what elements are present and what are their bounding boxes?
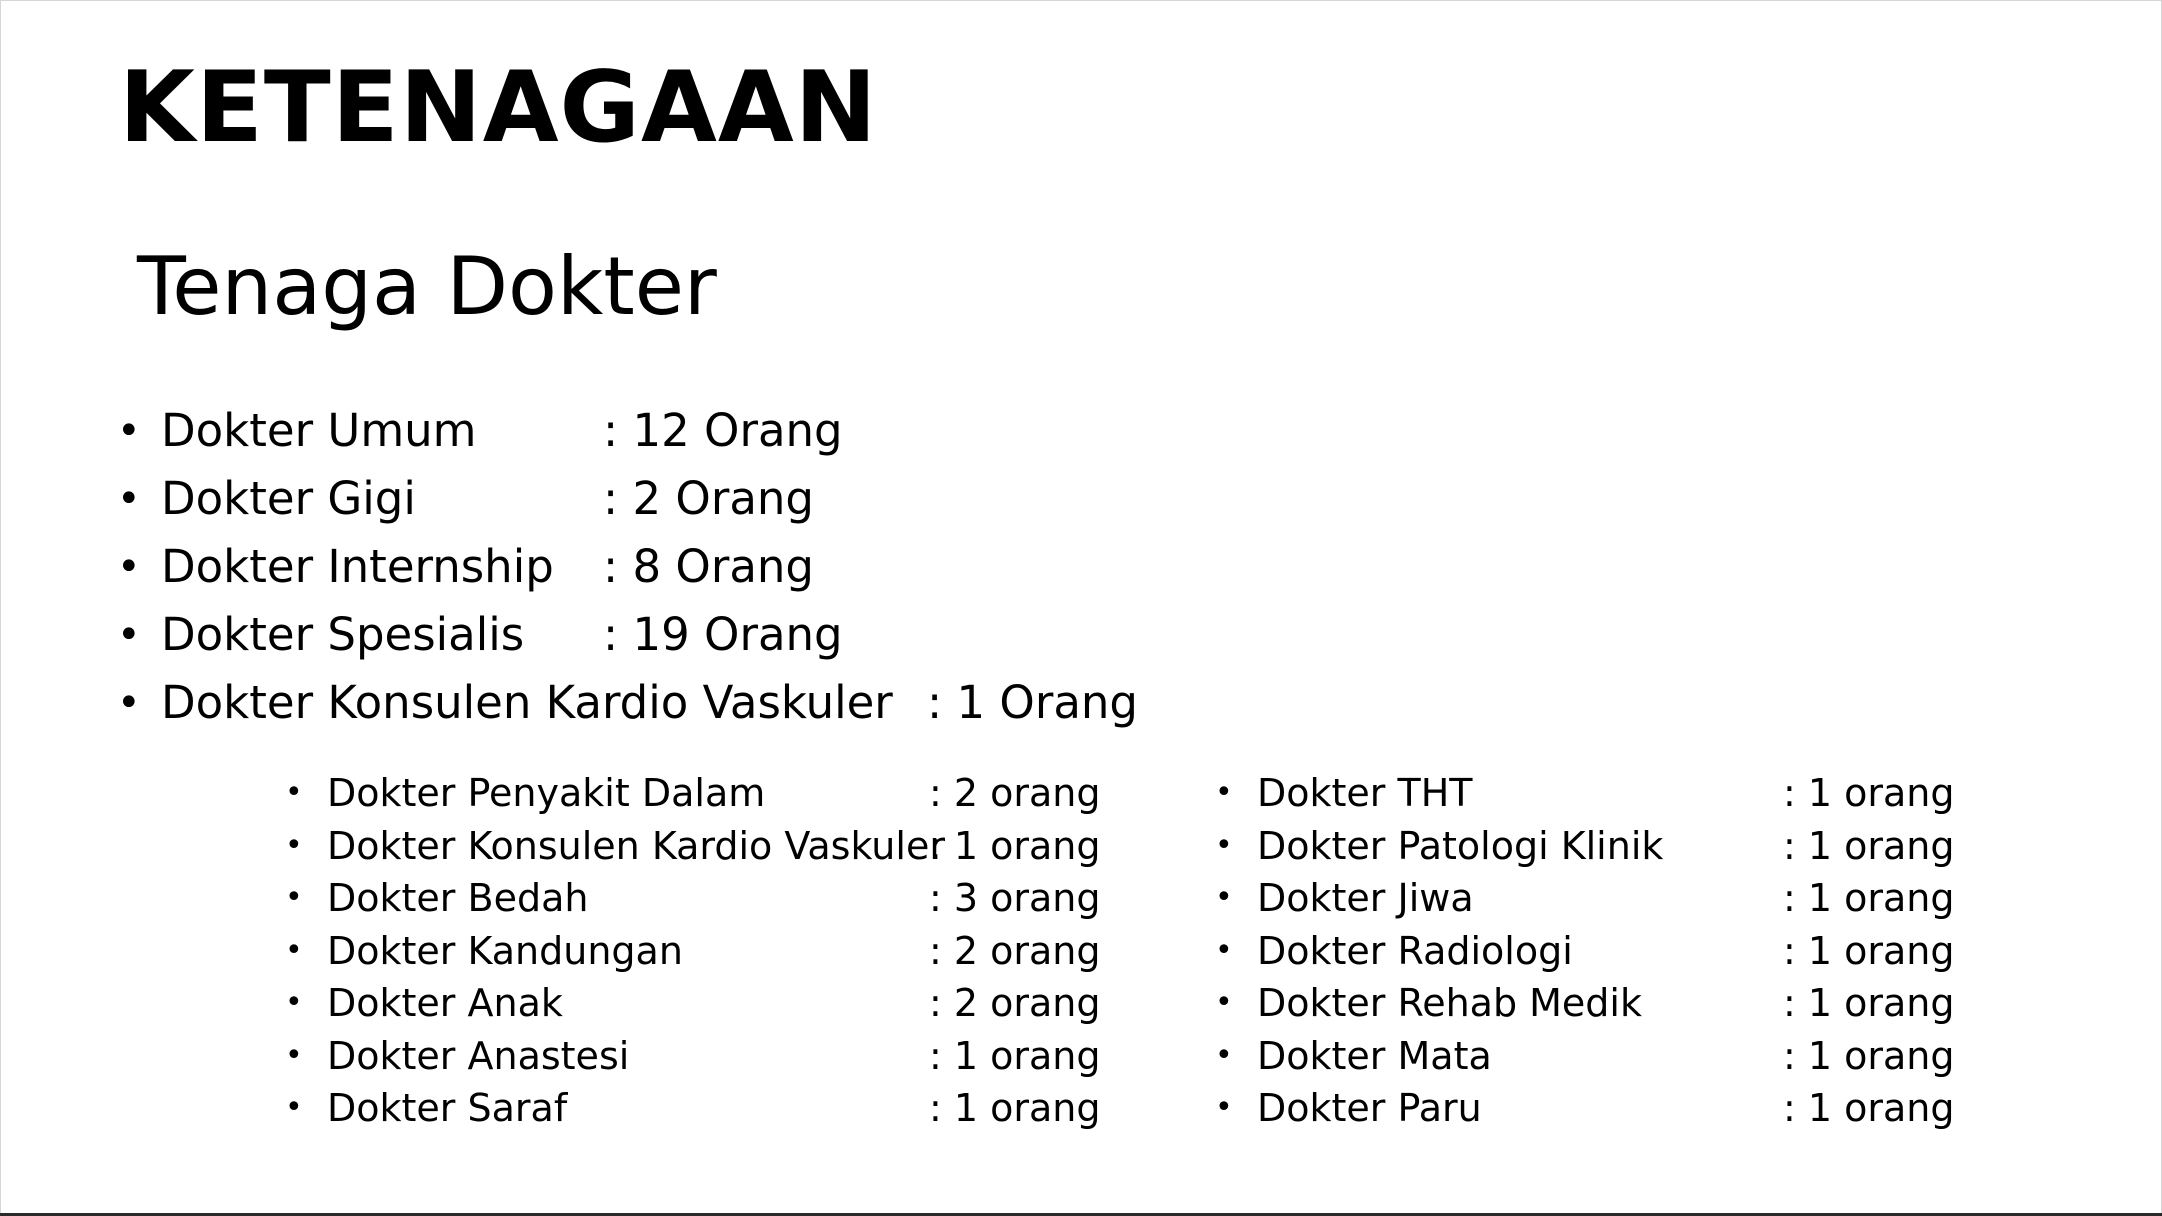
item-value: : 1 orang [929,1086,1101,1130]
item-label: Dokter Umum [161,404,477,457]
slide-title: KETENAGAAN [119,51,878,165]
item-label: Dokter Anak [327,981,563,1025]
bullet-icon: • [285,1037,303,1073]
item-label: Dokter Bedah [327,876,589,920]
bullet-icon: • [117,476,141,522]
item-value: : 3 orang [929,876,1101,920]
item-value: : 1 orang [1783,771,1955,815]
item-label: Dokter Penyakit Dalam [327,771,766,815]
item-label: Dokter Saraf [327,1086,568,1130]
bullet-icon: • [117,544,141,590]
bullet-icon: • [1215,775,1233,810]
bullet-icon: • [1215,1037,1233,1073]
bullet-icon: • [1215,932,1233,968]
bullet-icon: • [285,932,303,968]
item-value: : 1 orang [1783,981,1955,1025]
item-value: : 1 orang [1783,1086,1955,1130]
bullet-icon: • [1215,985,1233,1020]
item-value: : 1 orang [1783,1033,1955,1078]
bullet-icon: • [1215,827,1233,863]
item-value: : 2 orang [929,928,1101,973]
item-label: Dokter THT [1257,771,1473,815]
item-label: Dokter Patologi Klinik [1257,823,1664,868]
item-label: Dokter Konsulen Kardio Vaskuler [161,676,893,729]
item-label: Dokter Rehab Medik [1257,981,1642,1025]
bullet-icon: • [285,1090,303,1125]
item-value: : 2 orang [929,771,1101,815]
item-label: Dokter Konsulen Kardio Vaskuler [327,823,945,868]
item-value: : 1 Orang [927,676,1138,729]
item-label: Dokter Internship [161,540,554,593]
item-value: : 12 Orang [603,404,843,457]
bullet-icon: • [285,880,303,915]
bullet-icon: • [117,612,141,658]
item-value: : 2 Orang [603,472,814,525]
bullet-icon: • [285,985,303,1020]
bullet-icon: • [1215,880,1233,915]
bullet-icon: • [117,408,141,454]
item-label: Dokter Anastesi [327,1033,630,1078]
item-value: : 1 orang [1783,876,1955,920]
bullet-icon: • [285,775,303,810]
slide-subtitle: Tenaga Dokter [137,240,717,333]
item-value: : 1 orang [1783,823,1955,868]
bullet-icon: • [1215,1090,1233,1125]
item-label: Dokter Paru [1257,1086,1482,1130]
item-label: Dokter Kandungan [327,928,683,973]
item-value: : 1 orang [1783,928,1955,973]
item-value: : 8 Orang [603,540,814,593]
item-value: : 2 orang [929,981,1101,1025]
item-label: Dokter Jiwa [1257,876,1474,920]
item-label: Dokter Mata [1257,1033,1492,1078]
item-value: : 19 Orang [603,608,843,661]
slide: KETENAGAAN Tenaga Dokter • Dokter Umum :… [0,0,2162,1216]
item-label: Dokter Spesialis [161,608,525,661]
item-value: : 1 orang [929,1033,1101,1078]
bullet-icon: • [285,827,303,863]
item-value: : 1 orang [929,823,1101,868]
item-label: Dokter Radiologi [1257,928,1573,973]
item-label: Dokter Gigi [161,472,416,525]
bullet-icon: • [117,680,141,726]
